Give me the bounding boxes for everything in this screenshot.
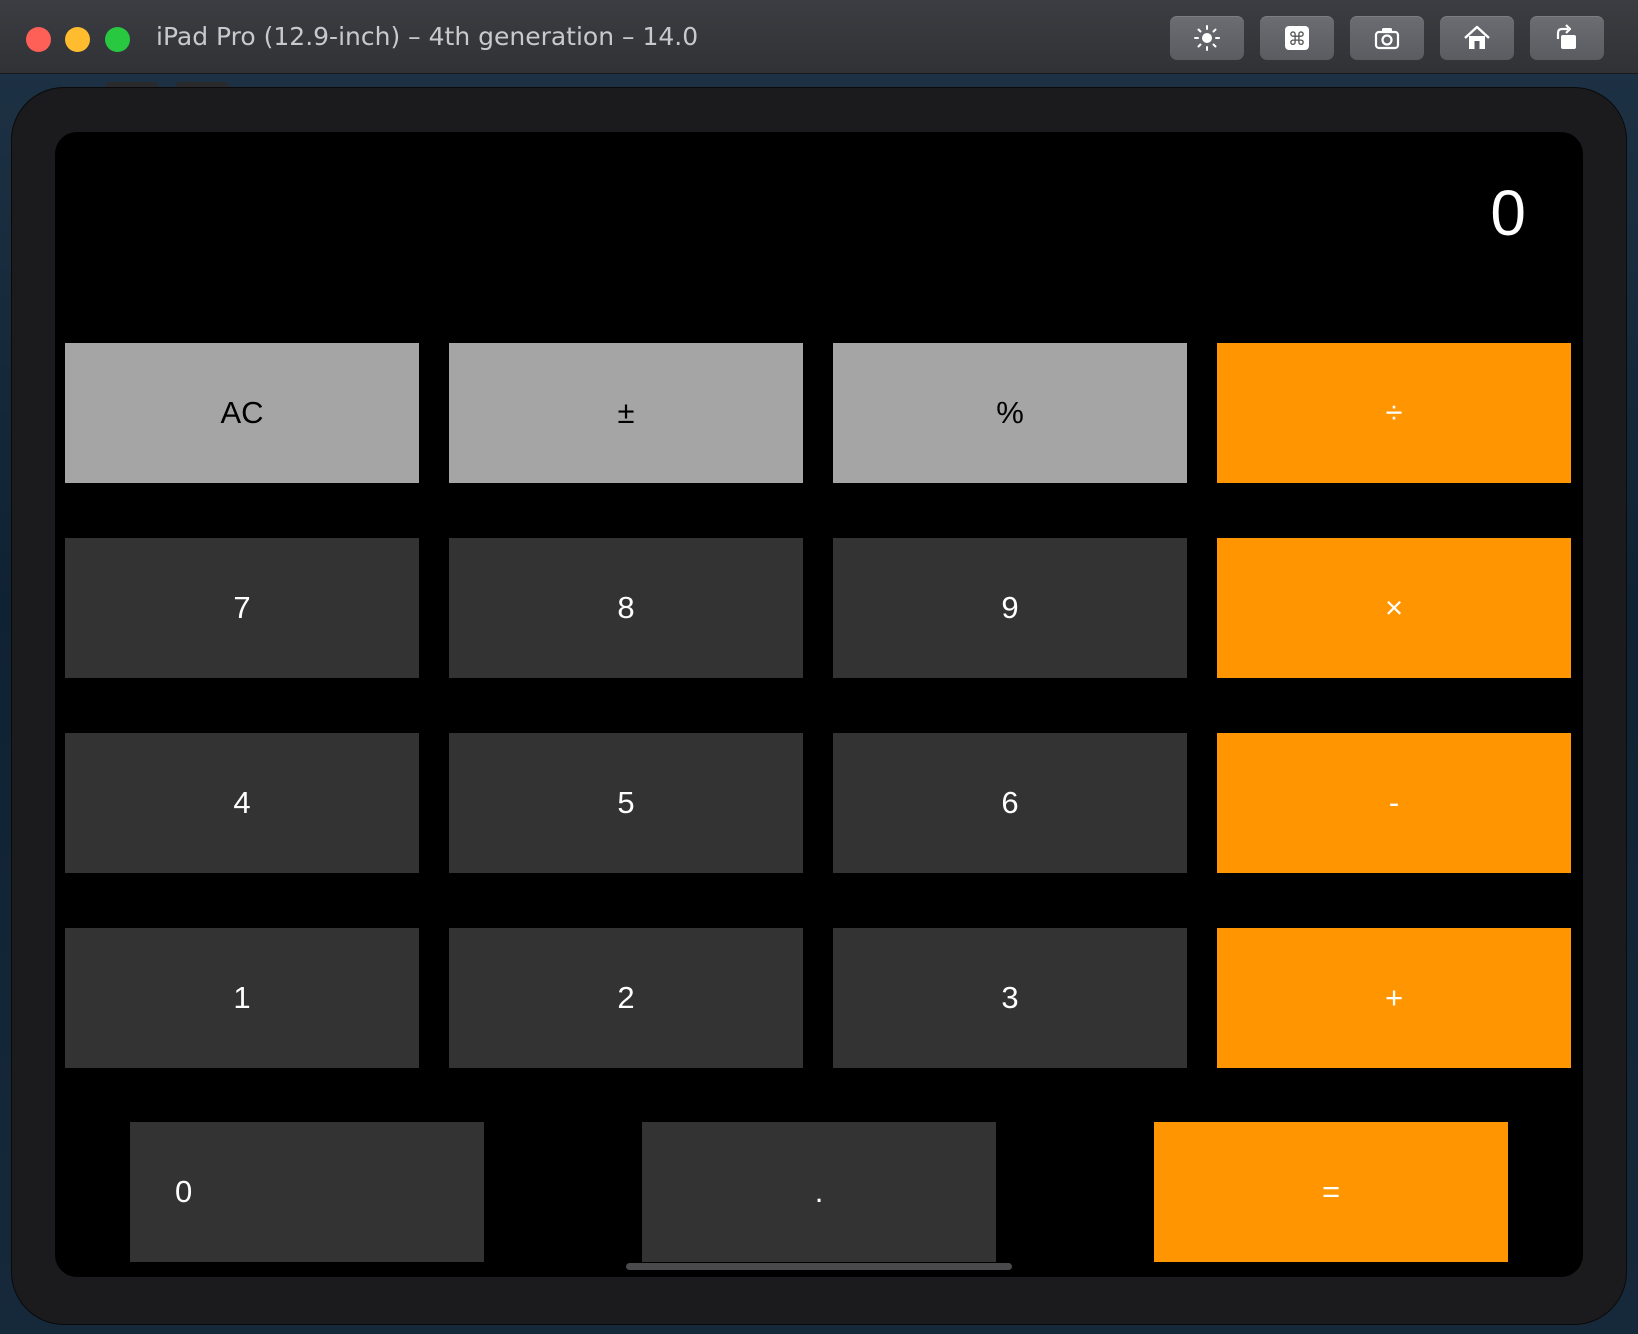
- svg-text:⌘: ⌘: [1288, 29, 1306, 50]
- percent-button[interactable]: %: [833, 343, 1187, 483]
- equals-button[interactable]: =: [1154, 1122, 1508, 1262]
- home-icon: [1464, 25, 1490, 49]
- digit-8-button[interactable]: 8: [449, 538, 803, 678]
- plus-minus-button[interactable]: ±: [449, 343, 803, 483]
- minimize-window-button[interactable]: [65, 27, 90, 52]
- digit-1-button[interactable]: 1: [65, 928, 419, 1068]
- brightness-button[interactable]: [1170, 16, 1244, 60]
- digit-4-button[interactable]: 4: [65, 733, 419, 873]
- home-indicator[interactable]: [626, 1263, 1012, 1270]
- rotate-button[interactable]: [1530, 16, 1604, 60]
- result-display: 0: [1490, 177, 1526, 249]
- digit-9-button[interactable]: 9: [833, 538, 1187, 678]
- decimal-point-button[interactable]: .: [642, 1122, 996, 1262]
- digit-7-button[interactable]: 7: [65, 538, 419, 678]
- calculator-screen: 0 AC ± % ÷ 7 8 9 × 4 5 6 - 1 2 3 + 0 . =: [55, 132, 1583, 1277]
- command-button[interactable]: ⌘: [1260, 16, 1334, 60]
- plus-button[interactable]: +: [1217, 928, 1571, 1068]
- zoom-window-button[interactable]: [105, 27, 130, 52]
- minus-button[interactable]: -: [1217, 733, 1571, 873]
- camera-icon: [1374, 28, 1400, 50]
- window-title-bar: iPad Pro (12.9-inch) – 4th generation – …: [0, 0, 1638, 74]
- brightness-icon: [1194, 25, 1220, 51]
- digit-2-button[interactable]: 2: [449, 928, 803, 1068]
- divide-button[interactable]: ÷: [1217, 343, 1571, 483]
- screenshot-button[interactable]: [1350, 16, 1424, 60]
- home-button[interactable]: [1440, 16, 1514, 60]
- rotate-icon: [1556, 24, 1576, 49]
- digit-3-button[interactable]: 3: [833, 928, 1187, 1068]
- digit-0-button[interactable]: 0: [130, 1122, 484, 1262]
- close-window-button[interactable]: [26, 27, 51, 52]
- window-title: iPad Pro (12.9-inch) – 4th generation – …: [156, 22, 699, 51]
- all-clear-button[interactable]: AC: [65, 343, 419, 483]
- digit-5-button[interactable]: 5: [449, 733, 803, 873]
- digit-6-button[interactable]: 6: [833, 733, 1187, 873]
- command-key-icon: ⌘: [1285, 26, 1309, 50]
- multiply-button[interactable]: ×: [1217, 538, 1571, 678]
